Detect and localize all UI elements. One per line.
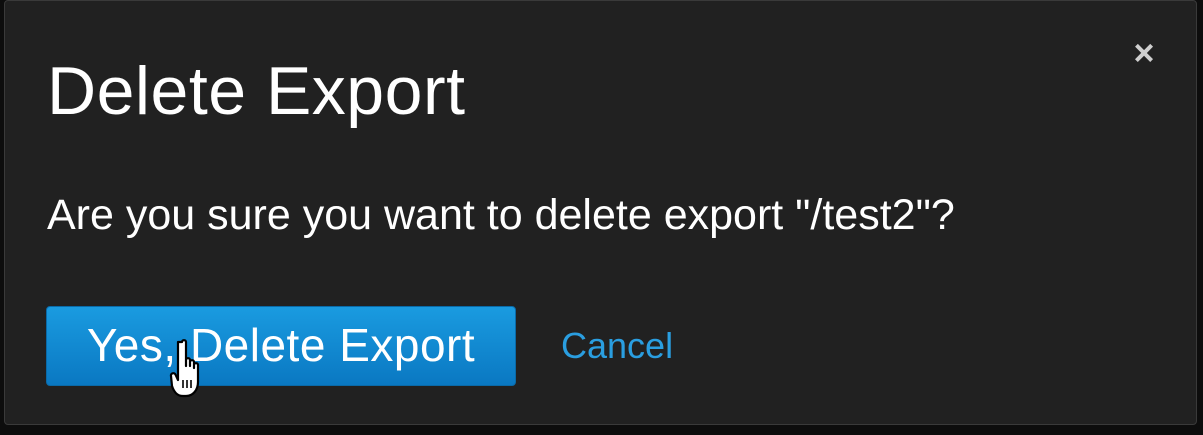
close-icon[interactable]: × xyxy=(1130,35,1158,71)
dialog-title: Delete Export xyxy=(47,53,466,129)
cancel-link[interactable]: Cancel xyxy=(561,323,673,369)
delete-export-dialog: × Delete Export Are you sure you want to… xyxy=(4,0,1197,425)
confirm-delete-button[interactable]: Yes, Delete Export xyxy=(46,306,516,386)
confirmation-message: Are you sure you want to delete export "… xyxy=(47,191,955,239)
